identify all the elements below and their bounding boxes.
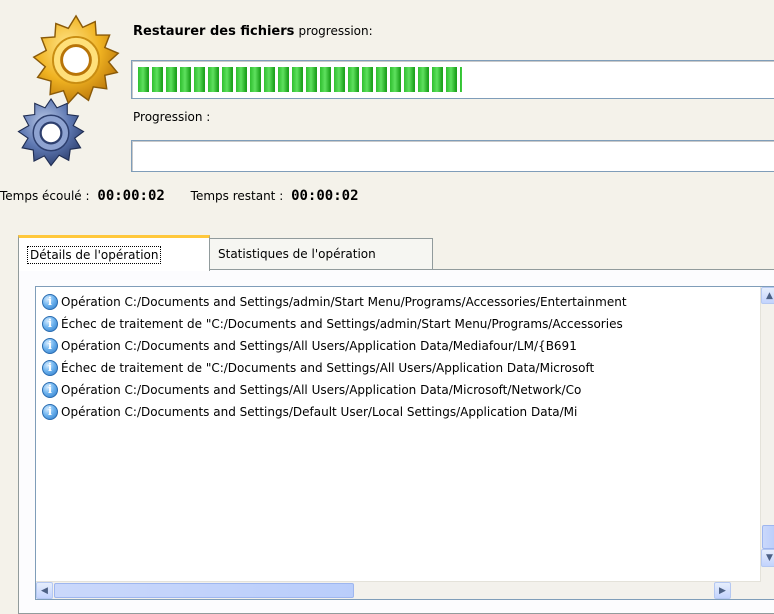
- log-text: Opération C:/Documents and Settings/All …: [61, 339, 577, 353]
- tab-panel: i Opération C:/Documents and Settings/ad…: [18, 269, 774, 614]
- elapsed-value: 00:00:02: [97, 188, 165, 204]
- blue-gear-icon: [17, 97, 85, 167]
- info-icon: i: [42, 338, 58, 354]
- log-row[interactable]: i Opération C:/Documents and Settings/ad…: [42, 291, 627, 313]
- operation-name: Restaurer des fichiers: [133, 24, 295, 39]
- current-progress-bar: [131, 140, 774, 172]
- operation-title-suffix: progression:: [298, 24, 373, 38]
- vertical-scrollbar[interactable]: ▲ ▼: [760, 287, 774, 582]
- elapsed-label: Temps écoulé :: [0, 189, 90, 203]
- scroll-down-button[interactable]: ▼: [761, 549, 774, 567]
- log-text: Opération C:/Documents and Settings/All …: [61, 383, 582, 397]
- horizontal-scrollbar[interactable]: ◀ ▶: [36, 581, 761, 599]
- log-row[interactable]: i Opération C:/Documents and Settings/Al…: [42, 335, 577, 357]
- info-icon: i: [42, 360, 58, 376]
- log-text: Opération C:/Documents and Settings/admi…: [61, 295, 627, 309]
- tab-operation-statistics[interactable]: Statistiques de l'opération: [209, 238, 433, 269]
- operation-log-list[interactable]: i Opération C:/Documents and Settings/ad…: [35, 286, 774, 600]
- overall-progress-fill: [138, 67, 462, 92]
- scroll-left-button[interactable]: ◀: [36, 582, 53, 599]
- remaining-label: Temps restant :: [190, 189, 284, 203]
- time-readout: Temps écoulé : 00:00:02 Temps restant : …: [0, 188, 381, 204]
- log-row[interactable]: i Opération C:/Documents and Settings/De…: [42, 401, 577, 423]
- scrollbar-corner: [761, 582, 774, 599]
- progress-label: Progression :: [133, 110, 211, 124]
- log-row[interactable]: i Échec de traitement de "C:/Documents a…: [42, 313, 623, 335]
- info-icon: i: [42, 404, 58, 420]
- tab-operation-statistics-label: Statistiques de l'opération: [218, 247, 376, 261]
- info-icon: i: [42, 316, 58, 332]
- info-icon: i: [42, 294, 58, 310]
- operation-title: Restaurer des fichiers progression:: [133, 24, 373, 39]
- tab-operation-details-label: Détails de l'opération: [27, 245, 162, 264]
- overall-progress-bar: [131, 60, 774, 99]
- info-icon: i: [42, 382, 58, 398]
- log-row[interactable]: i Opération C:/Documents and Settings/Al…: [42, 379, 581, 401]
- scroll-right-button[interactable]: ▶: [714, 582, 731, 599]
- tab-operation-details[interactable]: Détails de l'opération: [18, 235, 210, 271]
- log-text: Opération C:/Documents and Settings/Defa…: [61, 405, 578, 419]
- horizontal-scroll-thumb[interactable]: [54, 583, 354, 598]
- remaining-value: 00:00:02: [291, 188, 359, 204]
- log-row[interactable]: i Échec de traitement de "C:/Documents a…: [42, 357, 594, 379]
- log-text: Échec de traitement de "C:/Documents and…: [61, 361, 595, 375]
- scroll-up-button[interactable]: ▲: [761, 287, 774, 304]
- vertical-scroll-thumb[interactable]: [762, 525, 774, 549]
- log-text: Échec de traitement de "C:/Documents and…: [61, 317, 623, 331]
- gold-gear-icon: [32, 14, 120, 105]
